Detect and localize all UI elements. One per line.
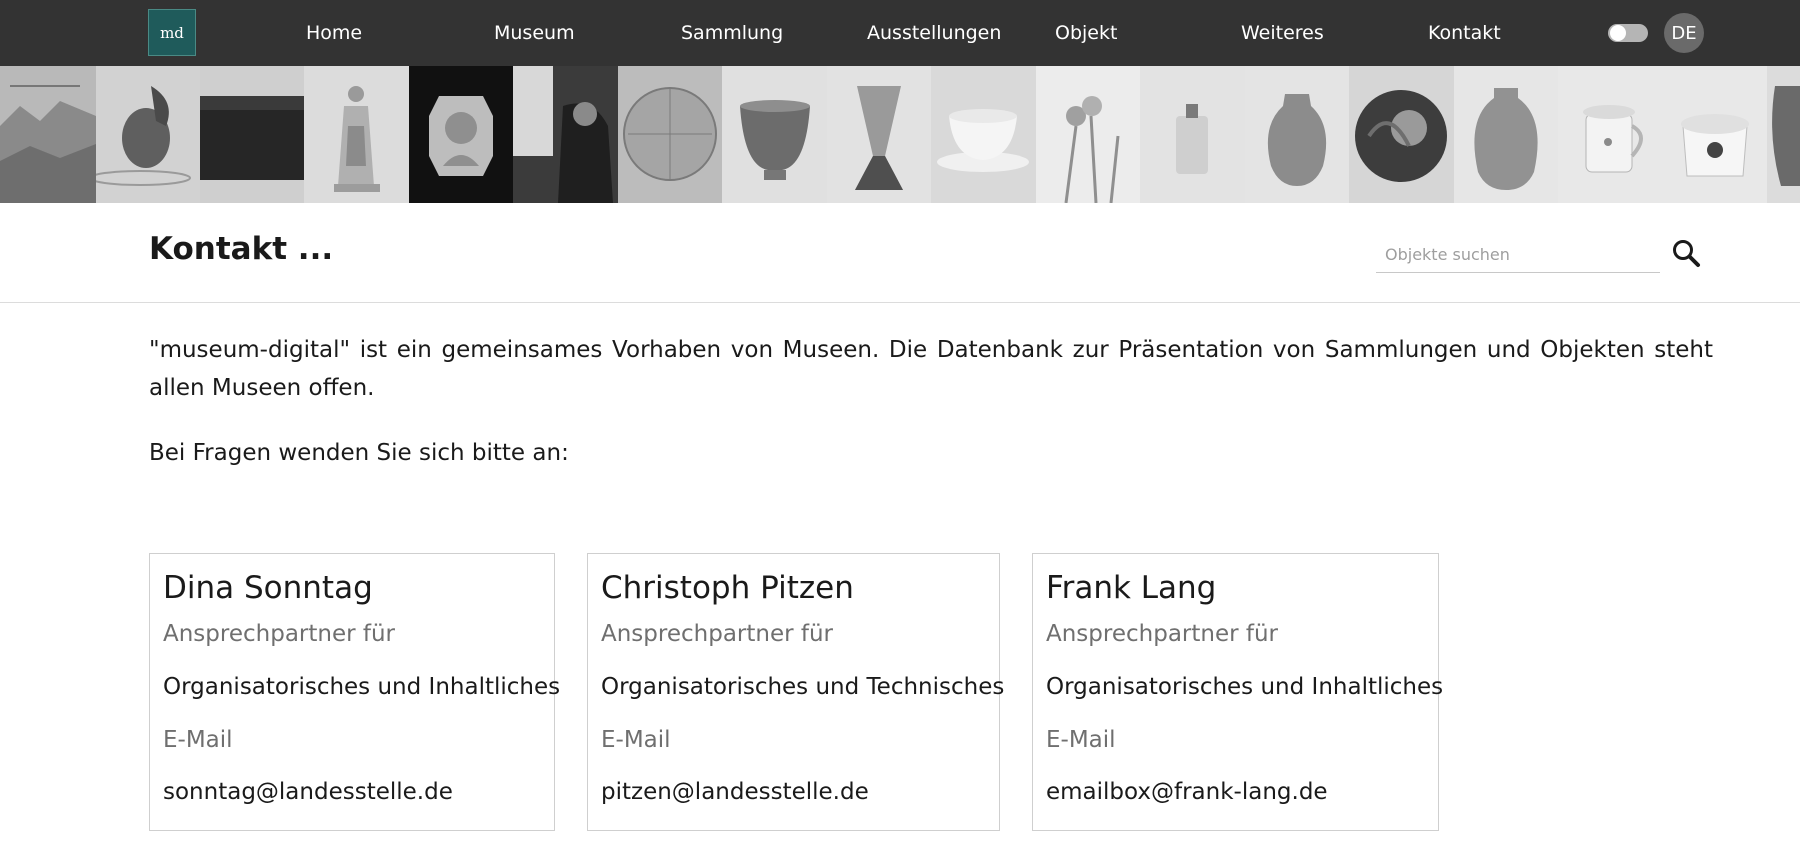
contact-question: Bei Fragen wenden Sie sich bitte an: — [149, 440, 569, 466]
contact-role-value: Organisatorisches und Inhaltliches — [1046, 674, 1444, 700]
contact-name: Dina Sonntag — [163, 570, 373, 606]
contact-card: Frank Lang Ansprechpartner für Organisat… — [1032, 553, 1444, 831]
contact-role-label: Ansprechpartner für — [163, 621, 396, 647]
nav-item-weiteres[interactable]: Weiteres — [1241, 0, 1324, 66]
strip-image-glass-vase[interactable] — [827, 66, 931, 203]
strip-image-small-flask[interactable] — [1140, 66, 1245, 203]
strip-image-cup-and-saucer[interactable] — [931, 66, 1036, 203]
strip-image-landscape-print[interactable] — [0, 66, 96, 203]
strip-image-photo-man-at-window[interactable] — [513, 66, 618, 203]
strip-image-iris-flowers[interactable] — [1036, 66, 1140, 203]
toggle-knob — [1610, 25, 1626, 41]
strip-image-partial-vessel[interactable] — [1767, 66, 1800, 203]
search-input[interactable] — [1376, 237, 1660, 273]
strip-image-painted-sphere[interactable] — [1349, 66, 1454, 203]
strip-image-rooster-figure[interactable] — [96, 66, 200, 203]
contact-role-value: Organisatorisches und Technisches — [601, 674, 1005, 700]
intro-text: "museum-digital" ist ein gemeinsames Vor… — [149, 337, 1713, 401]
header-divider — [0, 302, 1800, 303]
language-switcher[interactable]: DE — [1664, 13, 1704, 53]
page-title: Kontakt ... — [149, 231, 334, 267]
strip-image-bowl[interactable] — [722, 66, 827, 203]
nav-item-kontakt[interactable]: Kontakt — [1428, 0, 1501, 66]
contact-email-label: E-Mail — [163, 727, 233, 753]
strip-image-cameo-portrait[interactable] — [409, 66, 513, 203]
strip-image-lidded-bowl[interactable] — [1663, 66, 1767, 203]
contact-card: Christoph Pitzen Ansprechpartner für Org… — [587, 553, 1005, 831]
collection-image-strip — [0, 66, 1800, 203]
nav-item-sammlung[interactable]: Sammlung — [681, 0, 783, 66]
nav-item-ausstellungen[interactable]: Ausstellungen — [867, 0, 1001, 66]
contact-email-link[interactable]: sonntag@landesstelle.de — [163, 779, 541, 806]
theme-toggle[interactable] — [1608, 24, 1648, 42]
strip-image-lidded-mug[interactable] — [1558, 66, 1663, 203]
nav-item-home[interactable]: Home — [306, 0, 362, 66]
contact-name: Christoph Pitzen — [601, 570, 854, 606]
strip-image-round-map[interactable] — [618, 66, 722, 203]
contact-email-label: E-Mail — [601, 727, 671, 753]
strip-image-porcelain-figurine[interactable] — [304, 66, 409, 203]
nav-item-museum[interactable]: Museum — [494, 0, 575, 66]
contact-card: Dina Sonntag Ansprechpartner für Organis… — [149, 553, 561, 831]
strip-image-jar[interactable] — [1454, 66, 1558, 203]
contact-name: Frank Lang — [1046, 570, 1217, 606]
search-icon[interactable] — [1670, 237, 1704, 271]
top-navigation: md Home Museum Sammlung Ausstellungen Ob… — [0, 0, 1800, 66]
contact-role-label: Ansprechpartner für — [1046, 621, 1279, 647]
contact-role-label: Ansprechpartner für — [601, 621, 834, 647]
strip-image-round-vase[interactable] — [1245, 66, 1349, 203]
nav-item-objekt[interactable]: Objekt — [1055, 0, 1117, 66]
strip-image-dark-box[interactable] — [200, 66, 304, 203]
contact-role-value: Organisatorisches und Inhaltliches — [163, 674, 561, 700]
contact-email-label: E-Mail — [1046, 727, 1116, 753]
site-logo[interactable]: md — [148, 9, 196, 56]
contact-email-link[interactable]: pitzen@landesstelle.de — [601, 779, 986, 806]
contact-email-link[interactable]: emailbox@frank-lang.de — [1046, 779, 1425, 806]
